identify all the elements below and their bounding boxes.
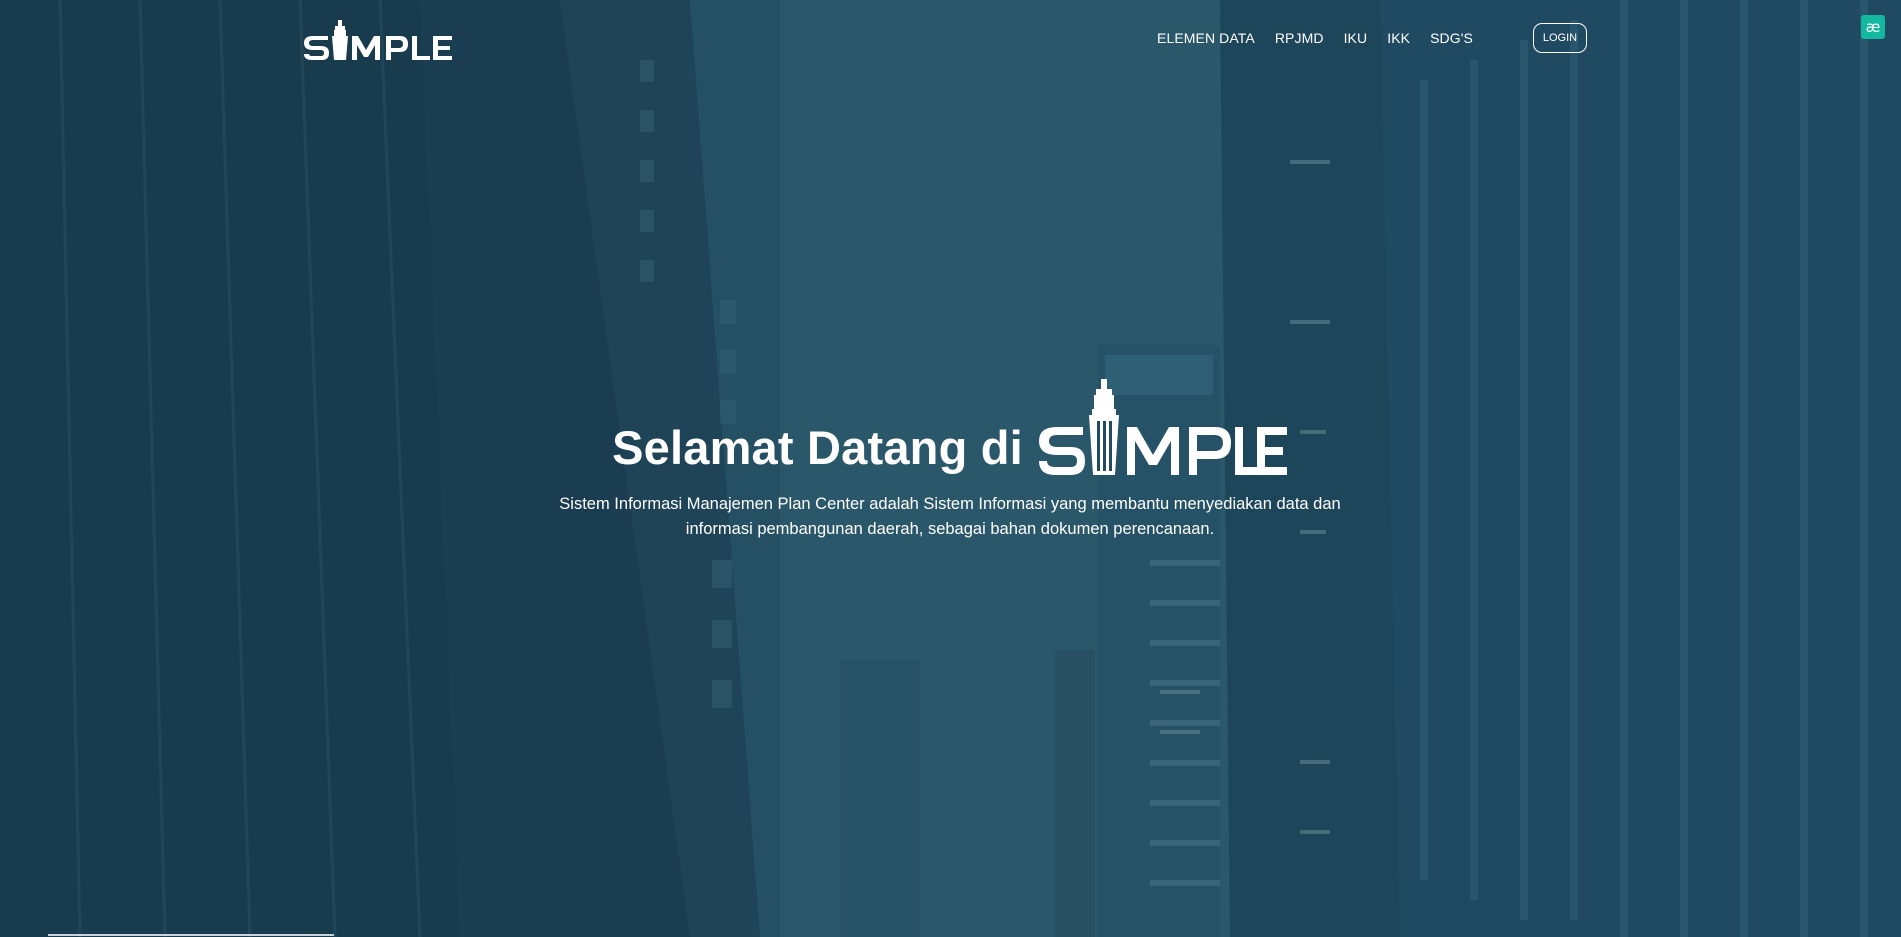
simple-logo[interactable] — [302, 18, 454, 62]
nav-item-elemen-data[interactable]: ELEMEN DATA — [1157, 30, 1255, 46]
hero-title: Selamat Datang di — [612, 421, 1023, 474]
nav-item-sdgs[interactable]: SDG'S — [1430, 30, 1473, 46]
simple-tower-logo-icon — [1038, 379, 1287, 475]
extension-badge-icon[interactable]: æ — [1861, 15, 1885, 39]
simple-logo-icon — [304, 20, 452, 60]
hero-headline: Selamat Datang di — [0, 375, 1901, 481]
top-navbar: ELEMEN DATA RPJMD IKU IKK SDG'S LOGIN æ — [0, 0, 1901, 80]
login-button[interactable]: LOGIN — [1533, 23, 1587, 53]
scroll-progress-line — [48, 934, 334, 936]
nav-item-iku[interactable]: IKU — [1344, 30, 1368, 46]
hero-simple-logo — [1035, 375, 1289, 481]
nav-item-ikk[interactable]: IKK — [1387, 30, 1410, 46]
hero-description: Sistem Informasi Manajemen Plan Center a… — [559, 495, 1341, 538]
main-nav: ELEMEN DATA RPJMD IKU IKK SDG'S — [1157, 30, 1493, 46]
nav-item-rpjmd[interactable]: RPJMD — [1275, 30, 1324, 46]
